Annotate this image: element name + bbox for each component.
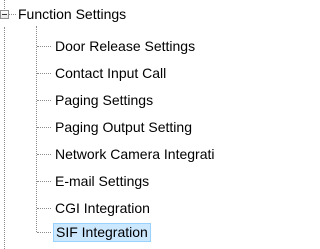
tree-connector <box>37 100 51 101</box>
tree-item-paging-output-setting[interactable]: Paging Output Setting <box>55 119 192 136</box>
tree-connector <box>37 232 51 233</box>
tree-connector <box>37 46 51 47</box>
minus-sign-icon <box>2 14 7 15</box>
tree-item-sif-integration[interactable]: SIF Integration <box>53 223 151 242</box>
tree-item-cgi-integration[interactable]: CGI Integration <box>55 200 150 217</box>
tree-item-network-camera-integration[interactable]: Network Camera Integrati <box>55 146 215 163</box>
tree-connector <box>37 208 51 209</box>
tree-connector-root <box>9 14 16 15</box>
tree-item-contact-input-call[interactable]: Contact Input Call <box>55 65 166 82</box>
tree-connector <box>37 154 51 155</box>
tree-guide-line-main <box>4 27 5 249</box>
tree-connector <box>37 73 51 74</box>
collapse-minus-box-icon[interactable] <box>0 10 9 19</box>
tree-connector <box>37 127 51 128</box>
function-settings-tree: Function Settings Door Release Settings … <box>0 0 244 249</box>
tree-connector <box>37 181 51 182</box>
tree-item-door-release-settings[interactable]: Door Release Settings <box>55 38 195 55</box>
tree-guide-line-top <box>4 0 5 9</box>
tree-node-function-settings[interactable]: Function Settings <box>18 6 126 23</box>
tree-guide-line-children <box>36 26 37 232</box>
tree-item-paging-settings[interactable]: Paging Settings <box>55 92 153 109</box>
tree-item-email-settings[interactable]: E-mail Settings <box>55 173 149 190</box>
